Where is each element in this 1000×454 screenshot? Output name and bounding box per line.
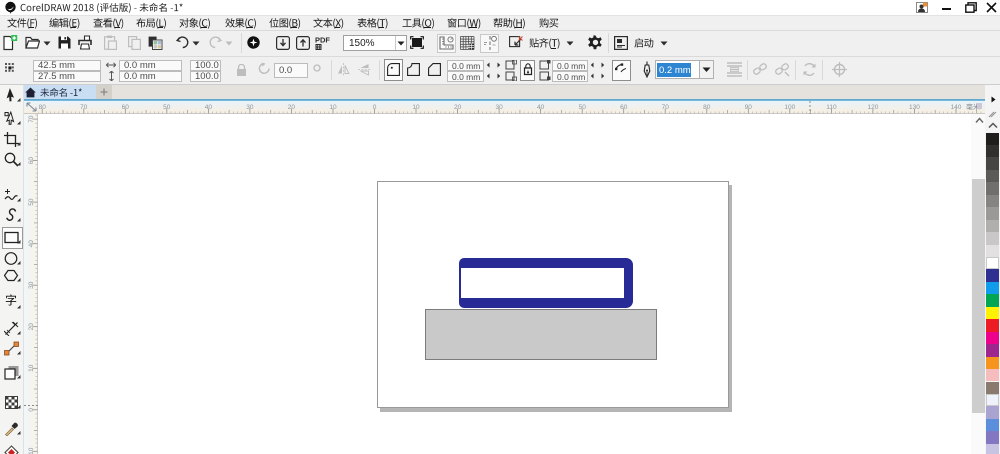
svg-text:30: 30 bbox=[495, 104, 503, 111]
svg-text:50: 50 bbox=[28, 198, 35, 206]
svg-text:80: 80 bbox=[703, 104, 711, 111]
svg-text:40: 40 bbox=[205, 104, 213, 111]
svg-text:100: 100 bbox=[784, 104, 795, 111]
svg-text:70: 70 bbox=[80, 104, 88, 111]
svg-text:PDF: PDF bbox=[315, 36, 330, 45]
svg-text:0: 0 bbox=[28, 407, 35, 411]
svg-text:40: 40 bbox=[28, 239, 35, 247]
svg-text:70: 70 bbox=[662, 104, 670, 111]
svg-text:110: 110 bbox=[826, 104, 837, 111]
svg-text:60: 60 bbox=[122, 104, 130, 111]
svg-text:10: 10 bbox=[412, 104, 420, 111]
svg-text:60: 60 bbox=[28, 156, 35, 164]
svg-text:50: 50 bbox=[579, 104, 587, 111]
svg-text:60: 60 bbox=[620, 104, 628, 111]
svg-text:10: 10 bbox=[28, 447, 35, 454]
svg-text:0: 0 bbox=[373, 104, 377, 111]
svg-text:70: 70 bbox=[28, 115, 35, 123]
svg-text:10: 10 bbox=[329, 104, 337, 111]
svg-text:20: 20 bbox=[28, 322, 35, 330]
svg-text:20: 20 bbox=[288, 104, 296, 111]
svg-text:80: 80 bbox=[39, 104, 47, 111]
svg-text:30: 30 bbox=[28, 281, 35, 289]
svg-text:10: 10 bbox=[28, 364, 35, 372]
svg-text:20: 20 bbox=[454, 104, 462, 111]
svg-text:90: 90 bbox=[745, 104, 753, 111]
svg-text:30: 30 bbox=[246, 104, 254, 111]
svg-text:120: 120 bbox=[867, 104, 878, 111]
svg-text:140: 140 bbox=[951, 104, 962, 111]
svg-text:130: 130 bbox=[909, 104, 920, 111]
svg-text:50: 50 bbox=[163, 104, 171, 111]
svg-text:40: 40 bbox=[537, 104, 545, 111]
